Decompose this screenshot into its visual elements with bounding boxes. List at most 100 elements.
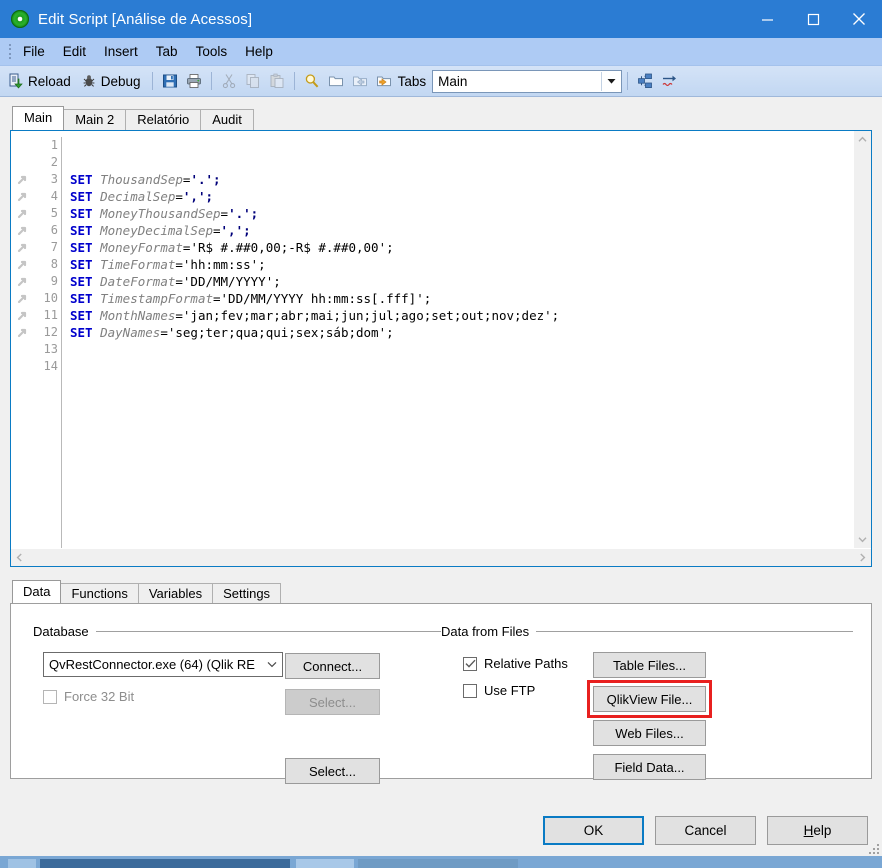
editor-row: 1 2 3 4 5 6 7 8 9 10 11 12 13 14 SET Tho… (11, 131, 871, 548)
code-variable: MoneyFormat (100, 240, 183, 255)
chevron-down-icon[interactable] (601, 71, 621, 91)
script-tab-relatorio[interactable]: Relatório (125, 109, 202, 130)
field-data-button[interactable]: Field Data... (593, 754, 706, 780)
lower-panel-container: Data Functions Variables Settings Databa… (10, 580, 872, 784)
print-icon (184, 71, 204, 91)
previous-tab-button[interactable] (348, 69, 372, 93)
statement-arrow-icon (11, 307, 35, 324)
menu-item-tools[interactable]: Tools (187, 41, 237, 62)
line-number: 5 (50, 206, 58, 220)
line-number: 6 (50, 223, 58, 237)
code-text-area[interactable]: SET ThousandSep='.'; SET DecimalSep=',';… (62, 131, 853, 548)
group-divider (95, 631, 441, 632)
paste-button (265, 69, 289, 93)
scroll-left-icon[interactable] (11, 549, 28, 566)
force-32-bit-row[interactable]: Force 32 Bit (43, 689, 285, 704)
statement-arrow-icon (11, 205, 35, 222)
tab-data[interactable]: Data (12, 580, 62, 603)
code-keyword: SET (70, 240, 93, 255)
force-32-bit-checkbox[interactable] (43, 689, 57, 704)
connect-button[interactable]: Connect... (285, 653, 380, 679)
code-value: ','; (220, 223, 251, 238)
code-variable: DayNames (100, 325, 161, 340)
maximize-icon[interactable] (790, 0, 836, 38)
code-line: SET MonthNames='jan;fev;mar;abr;mai;jun;… (70, 308, 560, 323)
menu-item-help[interactable]: Help (236, 41, 282, 62)
code-line: SET TimeFormat='hh:mm:ss'; (70, 257, 266, 272)
relative-paths-row[interactable]: Relative Paths (463, 656, 593, 671)
code-value: 'seg;ter;qua;qui;sex;sáb;dom'; (167, 325, 394, 340)
menu-item-insert[interactable]: Insert (95, 41, 147, 62)
use-ftp-checkbox[interactable] (463, 683, 477, 698)
tab-order-button[interactable] (633, 69, 657, 93)
gutter-blank (11, 358, 35, 375)
line-number: 1 (50, 138, 58, 152)
code-line: SET DateFormat='DD/MM/YYYY'; (70, 274, 281, 289)
scroll-right-icon[interactable] (854, 549, 871, 566)
menu-item-file[interactable]: File (14, 41, 54, 62)
menu-item-tab[interactable]: Tab (147, 41, 187, 62)
help-button[interactable]: Help (767, 815, 868, 845)
chevron-down-icon[interactable] (262, 661, 282, 668)
reload-button[interactable]: Reload (4, 69, 77, 93)
help-label-rest: elp (813, 822, 832, 838)
title-bar: Edit Script [Análise de Acessos] (0, 0, 882, 38)
script-tab-main[interactable]: Main (12, 106, 65, 130)
table-files-button[interactable]: Table Files... (593, 652, 706, 678)
close-icon[interactable] (836, 0, 882, 38)
copy-button (241, 69, 265, 93)
script-tab-main-2[interactable]: Main 2 (63, 109, 127, 130)
find-button[interactable] (300, 69, 324, 93)
code-line: SET ThousandSep='.'; (70, 172, 221, 187)
taskbar-segment[interactable] (358, 859, 518, 868)
qlikview-file-button[interactable]: QlikView File... (593, 686, 706, 712)
menu-grip-icon[interactable] (5, 43, 14, 60)
tab-functions[interactable]: Functions (60, 583, 139, 603)
code-line: SET MoneyDecimalSep=','; (70, 223, 251, 238)
use-ftp-row[interactable]: Use FTP (463, 683, 593, 698)
relative-paths-label: Relative Paths (484, 656, 568, 671)
script-editor[interactable]: 1 2 3 4 5 6 7 8 9 10 11 12 13 14 SET Tho… (10, 130, 872, 567)
goto-icon (659, 71, 679, 91)
debug-button[interactable]: Debug (77, 69, 147, 93)
line-number: 10 (43, 291, 58, 305)
toolbar-separator (151, 72, 153, 90)
scroll-up-icon[interactable] (854, 131, 871, 148)
scroll-down-icon[interactable] (854, 531, 871, 548)
data-from-files-body: Relative Paths Use FTP Table Files... Ql… (441, 652, 853, 780)
tab-variables[interactable]: Variables (137, 583, 214, 603)
resize-grip-icon[interactable] (867, 842, 879, 854)
folder-button[interactable] (324, 69, 348, 93)
data-from-files-group-label: Data from Files (441, 624, 530, 639)
menu-item-edit[interactable]: Edit (54, 41, 95, 62)
lower-tab-strip: Data Functions Variables Settings (10, 580, 872, 603)
debug-label: Debug (100, 73, 141, 89)
tab-selector-combobox[interactable]: Main (432, 69, 623, 93)
cancel-button[interactable]: Cancel (655, 815, 756, 845)
print-button[interactable] (182, 69, 206, 93)
editor-vertical-scrollbar[interactable] (853, 131, 871, 548)
editor-gutter-marks (11, 131, 35, 548)
tab-settings[interactable]: Settings (212, 583, 282, 603)
goto-button[interactable] (657, 69, 681, 93)
database-controls-row: QvRestConnector.exe (64) (Qlik RE Force … (33, 652, 441, 784)
statement-arrow-icon (11, 273, 35, 290)
reload-label: Reload (28, 73, 71, 89)
relative-paths-checkbox[interactable] (463, 656, 477, 671)
data-from-files-group: Data from Files Relative Paths Use FTP T… (441, 620, 853, 780)
save-button[interactable] (158, 69, 182, 93)
ok-button[interactable]: OK (543, 815, 644, 845)
save-icon (160, 71, 180, 91)
minimize-icon[interactable] (744, 0, 790, 38)
select-table-button[interactable]: Select... (285, 758, 380, 784)
next-tab-button[interactable] (372, 69, 396, 93)
taskbar-segment[interactable] (8, 859, 36, 868)
script-tab-audit[interactable]: Audit (200, 109, 254, 130)
web-files-button[interactable]: Web Files... (593, 720, 706, 746)
taskbar-segment[interactable] (296, 859, 354, 868)
connector-combobox[interactable]: QvRestConnector.exe (64) (Qlik RE (43, 652, 283, 677)
taskbar-segment[interactable] (40, 859, 290, 868)
editor-horizontal-scrollbar[interactable] (11, 548, 871, 566)
